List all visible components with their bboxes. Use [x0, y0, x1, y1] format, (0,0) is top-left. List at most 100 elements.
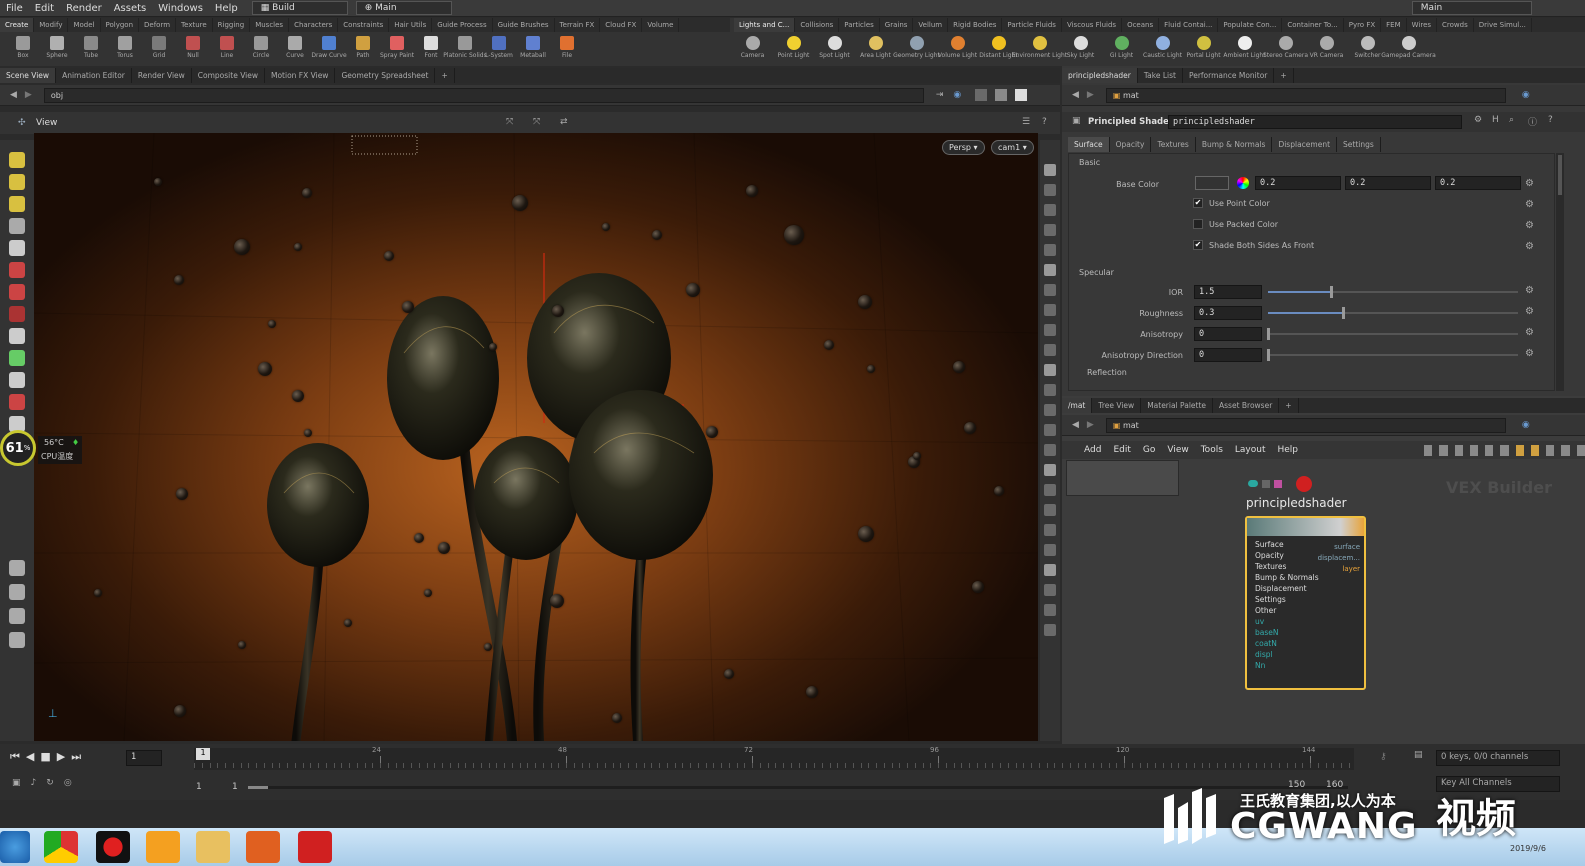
- forward-arrow-icon[interactable]: ▶: [1087, 90, 1094, 100]
- checkbox-use-point-color[interactable]: ✔: [1193, 198, 1203, 208]
- shelf-tab-populate-con[interactable]: Populate Con...: [1218, 18, 1283, 32]
- display-option-6-icon[interactable]: [1044, 264, 1056, 276]
- link-icon[interactable]: ◉: [1522, 420, 1530, 430]
- node-input-basen[interactable]: baseN: [1247, 627, 1364, 638]
- base-color-swatch[interactable]: [1195, 176, 1229, 190]
- tool-distant-light[interactable]: Distant Light: [978, 33, 1019, 66]
- network-overview[interactable]: [1066, 460, 1179, 496]
- frame-field[interactable]: 1: [126, 750, 162, 766]
- tool-environment-light[interactable]: Environment Light: [1012, 33, 1067, 66]
- gear-icon[interactable]: ⚙: [1474, 115, 1482, 125]
- bone-tool-icon[interactable]: [9, 328, 25, 344]
- settings-icon[interactable]: ◎: [64, 778, 72, 788]
- h-icon[interactable]: H: [1492, 115, 1499, 125]
- select-tool-icon[interactable]: [9, 152, 25, 168]
- desktop-select[interactable]: ▦ Build: [251, 1, 348, 15]
- youdao-icon[interactable]: [298, 831, 332, 863]
- tool-circle[interactable]: Circle: [244, 33, 278, 66]
- shelf-tab-polygon[interactable]: Polygon: [101, 18, 140, 32]
- menu-render[interactable]: Render: [60, 0, 108, 17]
- back-arrow-icon[interactable]: ◀: [10, 90, 17, 100]
- info-icon[interactable]: ⓘ: [1528, 115, 1537, 128]
- tool-null[interactable]: Null: [176, 33, 210, 66]
- checkbox-row-use-point-color[interactable]: ✔ Use Point Color: [1193, 198, 1270, 208]
- help-icon[interactable]: ?: [1548, 115, 1553, 125]
- checkbox-row-shade-both-sides-as-front[interactable]: ✔ Shade Both Sides As Front: [1193, 240, 1314, 250]
- shelf-tab-fluid-contai[interactable]: Fluid Contai...: [1159, 18, 1219, 32]
- tool-spray-paint[interactable]: Spray Paint: [380, 33, 414, 66]
- shelf-tab-pyro-fx[interactable]: Pyro FX: [1344, 18, 1382, 32]
- pose-tool-icon[interactable]: [9, 306, 25, 322]
- tool-geometry-light[interactable]: Geometry Light: [893, 33, 940, 66]
- node-input-uv[interactable]: uv: [1247, 616, 1364, 627]
- anisotropy-direction-field[interactable]: 0: [1194, 348, 1262, 362]
- pointer-tool-icon[interactable]: [9, 218, 25, 234]
- channel-icon[interactable]: ▤: [1414, 750, 1423, 760]
- shelf-tab-guide-process[interactable]: Guide Process: [432, 18, 493, 32]
- display-option-2-icon[interactable]: [1044, 184, 1056, 196]
- ior-slider-handle[interactable]: [1329, 286, 1333, 298]
- node-name-field[interactable]: principledshader: [1168, 115, 1462, 129]
- tool-grid[interactable]: Grid: [142, 33, 176, 66]
- shelf-tab-container-to[interactable]: Container To...: [1282, 18, 1344, 32]
- gear-icon[interactable]: ⚙: [1525, 327, 1534, 338]
- display-option-12-icon[interactable]: [1044, 384, 1056, 396]
- gear-icon[interactable]: ⚙: [1525, 178, 1534, 189]
- base-color-r[interactable]: 0.2: [1255, 176, 1341, 190]
- add-tab-icon[interactable]: +: [1274, 68, 1294, 83]
- shelf-tab-constraints[interactable]: Constraints: [338, 18, 390, 32]
- display-option-21-icon[interactable]: [1044, 564, 1056, 576]
- gear-icon[interactable]: ⚙: [1525, 306, 1534, 317]
- tool-l-system[interactable]: L-System: [482, 33, 516, 66]
- link-icon[interactable]: ◉: [1522, 90, 1530, 100]
- table-icon[interactable]: [1500, 444, 1509, 456]
- play-icon[interactable]: ▶: [57, 750, 65, 764]
- pin-icon[interactable]: ⇥: [936, 90, 944, 100]
- shelf-tab-rigging[interactable]: Rigging: [213, 18, 251, 32]
- settings-tool-icon[interactable]: [9, 632, 25, 648]
- light-tool-icon[interactable]: [9, 584, 25, 600]
- network-menu-view[interactable]: View: [1161, 442, 1194, 459]
- tool-sphere[interactable]: Sphere: [40, 33, 74, 66]
- shelf-tab-terrain-fx[interactable]: Terrain FX: [555, 18, 601, 32]
- network-menu-edit[interactable]: Edit: [1107, 442, 1136, 459]
- split-icon[interactable]: [995, 89, 1008, 101]
- display-option-10-icon[interactable]: [1044, 344, 1056, 356]
- tab-principledshader[interactable]: principledshader: [1062, 68, 1138, 83]
- roughness-slider-handle[interactable]: [1342, 307, 1345, 319]
- desktop-right-select[interactable]: Main: [1411, 1, 1532, 15]
- camera-menu[interactable]: cam1 ▾: [991, 140, 1034, 155]
- tab-geometry-spreadsheet[interactable]: Geometry Spreadsheet: [335, 68, 436, 83]
- network-menu-add[interactable]: Add: [1078, 442, 1107, 459]
- tool-file[interactable]: File: [550, 33, 584, 66]
- tab-settings[interactable]: Settings: [1337, 137, 1381, 152]
- shelf-tab-create[interactable]: Create: [0, 18, 35, 32]
- shelf-tab-collisions[interactable]: Collisions: [795, 18, 840, 32]
- gear-icon[interactable]: ⚙: [1525, 348, 1534, 359]
- shelf-tab-rigid-bodies[interactable]: Rigid Bodies: [948, 18, 1003, 32]
- jump-end-icon[interactable]: ⏭: [71, 750, 81, 764]
- add-tab-icon[interactable]: +: [435, 68, 455, 83]
- tool-curve[interactable]: Curve: [278, 33, 312, 66]
- shelf-tab-lights-and-c[interactable]: Lights and C...: [734, 18, 796, 32]
- snap2-icon[interactable]: ⤧: [533, 117, 540, 127]
- tab-surface[interactable]: Surface: [1068, 137, 1110, 152]
- tool-gamepad-camera[interactable]: Gamepad Camera: [1381, 33, 1436, 66]
- note-icon[interactable]: [1515, 444, 1524, 456]
- tab-textures[interactable]: Textures: [1151, 137, 1196, 152]
- shelf-tab-particles[interactable]: Particles: [839, 18, 880, 32]
- sticky-icon[interactable]: [1546, 444, 1555, 456]
- stop-icon[interactable]: ■: [40, 750, 50, 764]
- back-arrow-icon[interactable]: ◀: [1072, 90, 1079, 100]
- tab-composite-view[interactable]: Composite View: [192, 68, 265, 83]
- node-output-layer[interactable]: layer: [1310, 564, 1360, 575]
- desktop2-select[interactable]: ⊕ Main: [355, 1, 452, 15]
- shelf-tab-characters[interactable]: Characters: [289, 18, 339, 32]
- anisotropy-slider[interactable]: [1268, 333, 1518, 335]
- render-tool-icon[interactable]: [9, 560, 25, 576]
- persp-menu[interactable]: Persp ▾: [942, 140, 985, 155]
- scene-viewport[interactable]: Persp ▾ cam1 ▾ ⊥: [34, 133, 1038, 741]
- tool-point-light[interactable]: Point Light: [773, 33, 814, 66]
- tool-box[interactable]: Box: [6, 33, 40, 66]
- display-option-7-icon[interactable]: [1044, 284, 1056, 296]
